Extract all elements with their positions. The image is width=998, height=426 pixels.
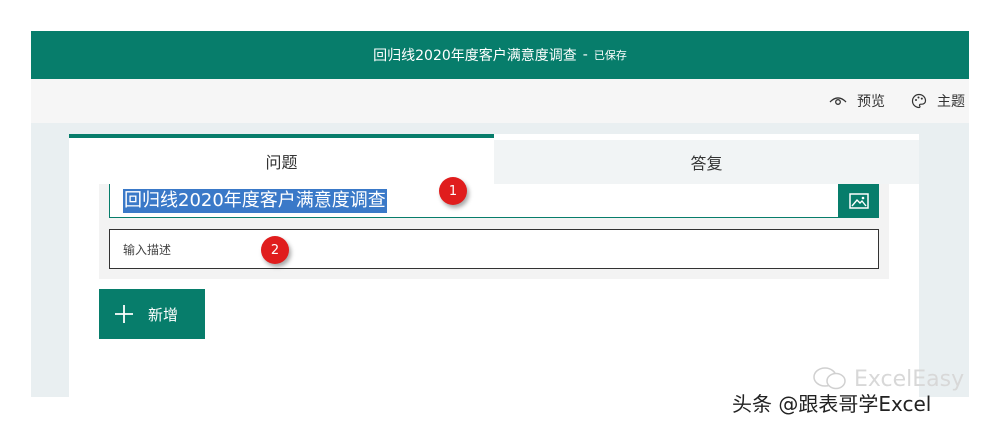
tab-responses-label: 答复 (690, 154, 723, 173)
palette-icon (911, 93, 927, 109)
top-toolbar: 预览 主题 (31, 79, 969, 123)
callout-marker-1: 1 (439, 177, 467, 205)
title-separator: - (582, 47, 588, 63)
forms-app-window: 回归线2020年度客户满意度调查 - 已保存 预览 主题 问题 答复 回归线20… (31, 31, 969, 397)
eye-icon (829, 97, 847, 105)
theme-label: 主题 (937, 94, 965, 110)
credit-watermark: 头条 @跟表哥学Excel (732, 392, 932, 416)
preview-label: 预览 (857, 94, 885, 110)
title-bar: 回归线2020年度客户满意度调查 - 已保存 (31, 31, 969, 79)
save-status: 已保存 (593, 49, 627, 62)
form-title-input[interactable]: 回归线2020年度客户满意度调查 (109, 184, 839, 218)
add-new-button[interactable]: 新增 (99, 289, 205, 339)
theme-button[interactable]: 主题 (911, 91, 965, 111)
form-title-text: 回归线2020年度客户满意度调查 (373, 48, 577, 64)
form-card: 问题 答复 回归线2020年度客户满意度调查 输入描述 新增 (69, 134, 919, 397)
form-title-selected-text: 回归线2020年度客户满意度调查 (123, 188, 387, 213)
form-header-section: 回归线2020年度客户满意度调查 输入描述 (99, 184, 889, 279)
callout-marker-2: 2 (261, 236, 289, 264)
description-placeholder: 输入描述 (123, 242, 172, 257)
plus-icon (115, 305, 133, 323)
form-description-input[interactable]: 输入描述 (109, 229, 879, 269)
tab-bar: 问题 答复 (69, 134, 919, 184)
insert-image-button[interactable] (839, 184, 879, 218)
tab-questions[interactable]: 问题 (69, 134, 494, 184)
image-icon (849, 193, 869, 209)
tab-questions-label: 问题 (265, 153, 298, 172)
tab-responses[interactable]: 答复 (494, 140, 919, 184)
preview-button[interactable]: 预览 (829, 91, 885, 111)
add-new-label: 新增 (148, 305, 179, 324)
